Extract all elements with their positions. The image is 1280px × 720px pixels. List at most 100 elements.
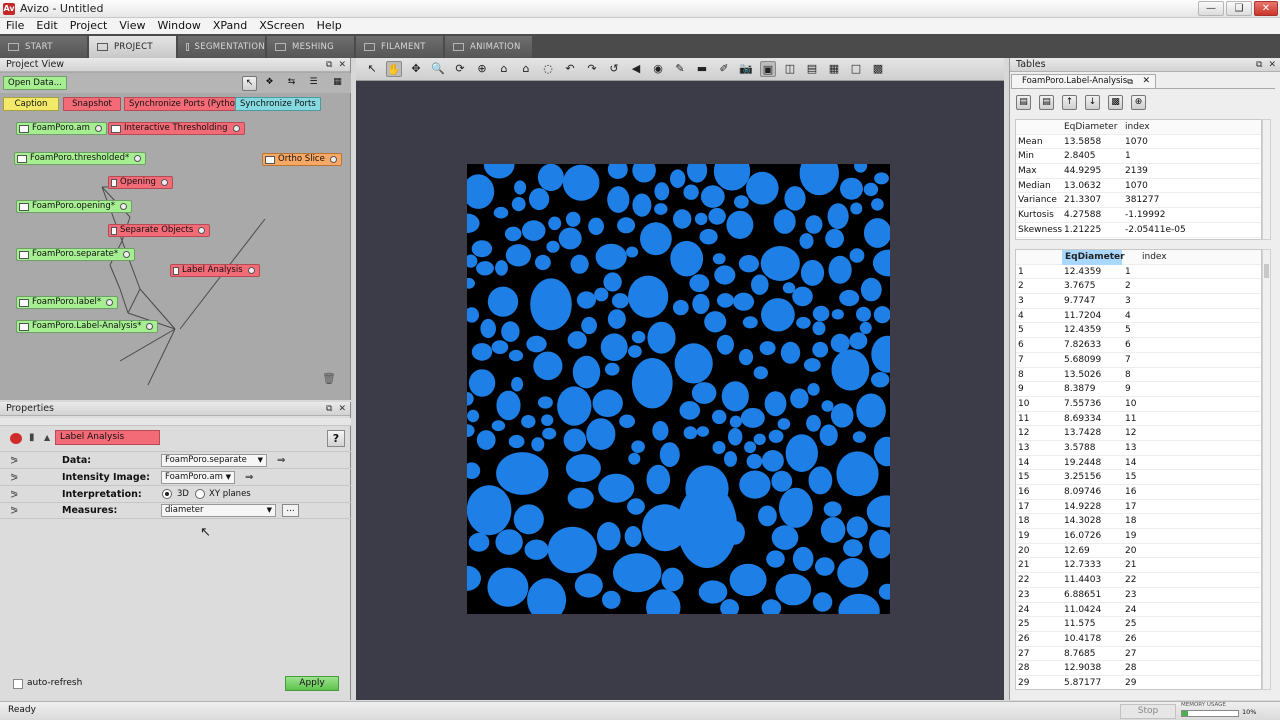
sort-up-icon[interactable]: ↑: [1062, 95, 1077, 110]
radio-xy-planes[interactable]: [195, 489, 205, 499]
data-select[interactable]: FoamPoro.separate ▼: [161, 453, 267, 467]
close-panel-icon[interactable]: ✕: [338, 58, 346, 72]
table-row[interactable]: 7 5.68099 7: [1016, 353, 1261, 368]
list-view-icon[interactable]: ▦: [330, 76, 345, 91]
node-port-icon[interactable]: [146, 323, 154, 330]
layout-single-icon[interactable]: ▣: [760, 61, 776, 77]
radio-3d[interactable]: [162, 489, 172, 499]
rotate-left-icon[interactable]: ◀: [628, 61, 644, 77]
node-port-icon[interactable]: [123, 251, 131, 258]
layout-quad-icon[interactable]: ▦: [826, 61, 842, 77]
table-row[interactable]: 12 13.7428 12: [1016, 426, 1261, 441]
stats-row[interactable]: Variance 21.3307 381277: [1016, 193, 1261, 209]
table-row[interactable]: 9 8.3879 9: [1016, 382, 1261, 397]
rotate-z-icon[interactable]: ↺: [606, 61, 622, 77]
pin-icon[interactable]: ⪖: [10, 489, 19, 500]
node-toggle-icon[interactable]: [265, 155, 275, 164]
layout-split-icon[interactable]: ◫: [782, 61, 798, 77]
seek-icon[interactable]: ⊕: [474, 61, 490, 77]
table-row[interactable]: 23 6.88651 23: [1016, 588, 1261, 603]
node-port-icon[interactable]: [106, 299, 114, 306]
rotate-x-icon[interactable]: ↶: [562, 61, 578, 77]
zoom-icon[interactable]: 🔍: [430, 61, 446, 77]
snapshot-button[interactable]: Snapshot: [63, 97, 121, 111]
foam-pore-slice[interactable]: [467, 164, 890, 614]
node-toggle-icon[interactable]: [19, 298, 29, 307]
close-panel-icon[interactable]: ✕: [338, 402, 346, 416]
table-row[interactable]: 27 8.7685 27: [1016, 647, 1261, 662]
node-toggle-icon[interactable]: [111, 226, 117, 235]
table-row[interactable]: 18 14.3028 18: [1016, 514, 1261, 530]
table-row[interactable]: 25 11.575 25: [1016, 617, 1261, 632]
node-port-icon[interactable]: [94, 125, 102, 132]
table-row[interactable]: 19 16.0726 19: [1016, 529, 1261, 544]
data-scrollbar[interactable]: [1262, 249, 1271, 690]
node-toggle-icon[interactable]: [19, 124, 29, 133]
node-toggle-icon[interactable]: [19, 322, 29, 331]
open-data-button[interactable]: Open Data...: [3, 76, 67, 90]
trash-icon[interactable]: 🗑: [322, 372, 336, 385]
table-row[interactable]: 17 14.9228 17: [1016, 500, 1261, 515]
apply-button[interactable]: Apply: [285, 676, 339, 691]
node-label-analysis[interactable]: Label Analysis: [170, 264, 260, 277]
stats-row[interactable]: Min 2.8405 1: [1016, 149, 1261, 165]
close-panel-icon[interactable]: ✕: [1268, 58, 1276, 72]
float-icon[interactable]: ⧉: [1256, 58, 1262, 72]
auto-refresh-checkbox[interactable]: [13, 679, 23, 689]
module-lock-icon[interactable]: ▮: [29, 432, 35, 443]
table-row[interactable]: 26 10.4178 26: [1016, 632, 1261, 647]
minimize-button[interactable]: —: [1198, 1, 1224, 16]
target-icon[interactable]: ⊕: [1131, 95, 1146, 110]
layout-horizontal-icon[interactable]: ▤: [804, 61, 820, 77]
stereo-icon[interactable]: ◉: [650, 61, 666, 77]
copy-table-icon[interactable]: ▤: [1039, 95, 1054, 110]
table-row[interactable]: 21 12.7333 21: [1016, 558, 1261, 574]
table-row[interactable]: 4 11.7204 4: [1016, 309, 1261, 324]
snapshot-icon[interactable]: 📷: [738, 61, 754, 77]
node-port-icon[interactable]: [198, 227, 206, 234]
table-row[interactable]: 1 12.4359 1: [1016, 265, 1261, 280]
ruler-icon[interactable]: ▬: [694, 61, 710, 77]
measure-icon[interactable]: ✎: [672, 61, 688, 77]
menu-window[interactable]: Window: [151, 18, 206, 34]
table-row[interactable]: 15 3.25156 15: [1016, 470, 1261, 485]
stats-row[interactable]: Max 44.9295 2139: [1016, 164, 1261, 179]
tab-segmentation[interactable]: SEGMENTATION: [178, 36, 265, 58]
stats-scrollbar[interactable]: [1262, 119, 1271, 240]
node-port-icon[interactable]: [160, 179, 168, 186]
float-icon[interactable]: ⧉: [326, 58, 332, 72]
table-row[interactable]: 16 8.09746 16: [1016, 485, 1261, 500]
table-row[interactable]: 8 13.5026 8: [1016, 368, 1261, 383]
maximize-button[interactable]: ❑: [1226, 1, 1252, 16]
draw-icon[interactable]: ✐: [716, 61, 732, 77]
pan-icon[interactable]: ✥: [408, 61, 424, 77]
node-separate-objects[interactable]: Separate Objects: [108, 224, 211, 237]
module-color-icon[interactable]: [10, 433, 22, 444]
table-row[interactable]: 5 12.4359 5: [1016, 323, 1261, 339]
table-row[interactable]: 3 9.7747 3: [1016, 294, 1261, 309]
home-icon[interactable]: ⌂: [496, 61, 512, 77]
tab-project[interactable]: PROJECT: [89, 36, 176, 58]
tab-meshing[interactable]: MESHING: [267, 36, 354, 58]
stats-row[interactable]: Mean 13.5858 1070: [1016, 135, 1261, 150]
node-foamporo-opening[interactable]: FoamPoro.opening*: [16, 200, 132, 213]
node-foamporo-thresholded[interactable]: FoamPoro.thresholded*: [14, 152, 147, 165]
node-toggle-icon[interactable]: [111, 178, 117, 187]
menu-help[interactable]: Help: [311, 18, 348, 34]
node-toggle-icon[interactable]: [17, 154, 27, 163]
table-row[interactable]: 24 11.0424 24: [1016, 603, 1261, 618]
intensity-image-select[interactable]: FoamPoro.am ▼: [161, 470, 235, 484]
table-row[interactable]: 22 11.4403 22: [1016, 573, 1261, 588]
table-row[interactable]: 14 19.2448 14: [1016, 456, 1261, 471]
help-button[interactable]: ?: [327, 430, 345, 447]
node-port-icon[interactable]: [232, 125, 240, 132]
tab-start[interactable]: START: [0, 36, 87, 58]
node-toggle-icon[interactable]: [19, 250, 29, 259]
node-port-icon[interactable]: [247, 267, 255, 274]
arrow-right-icon[interactable]: ⇒: [245, 472, 253, 483]
layout-icon[interactable]: ☰: [306, 76, 321, 91]
node-toggle-icon[interactable]: [173, 266, 179, 275]
node-foamporo-am[interactable]: FoamPoro.am: [16, 122, 107, 135]
lasso-icon[interactable]: ❖: [262, 76, 277, 91]
sync-ports-python-button[interactable]: Synchronize Ports (Python): [124, 97, 249, 111]
